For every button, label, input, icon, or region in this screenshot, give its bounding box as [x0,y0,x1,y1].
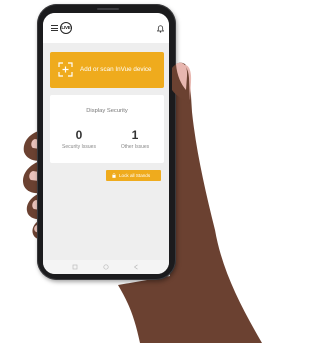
display-security-title: Display Security [86,108,128,114]
other-issues-label: Other Issues [120,144,150,150]
android-nav-bar [43,260,169,274]
app-header: LIVE [43,13,169,43]
back-icon[interactable] [132,263,140,271]
other-issues-stat[interactable]: 1 Other Issues [110,129,160,150]
security-issues-label: Security Issues [62,144,96,150]
add-scan-device-button[interactable]: Add or scan InVue device [50,52,164,88]
display-security-card: Display Security 0 Security Issues 1 Oth… [50,95,164,163]
recent-apps-icon[interactable] [71,263,79,271]
lock-all-stands-button[interactable]: Lock all Stands [106,170,161,181]
bell-icon[interactable] [157,25,164,33]
app-screen: LIVE Add or scan InVue device Display Se… [43,13,169,274]
security-issues-count: 0 [75,128,83,142]
add-scan-device-label: Add or scan InVue device [80,66,152,73]
lock-all-stands-label: Lock all Stands [119,173,151,178]
hamburger-menu-icon[interactable] [51,25,58,31]
security-issues-stat[interactable]: 0 Security Issues [54,129,104,150]
home-icon[interactable] [102,263,110,271]
phone-earpiece [97,8,119,10]
lock-icon [112,173,116,178]
other-issues-count: 1 [131,128,139,142]
scan-plus-icon [58,62,73,77]
app-logo: LIVE [60,22,72,34]
